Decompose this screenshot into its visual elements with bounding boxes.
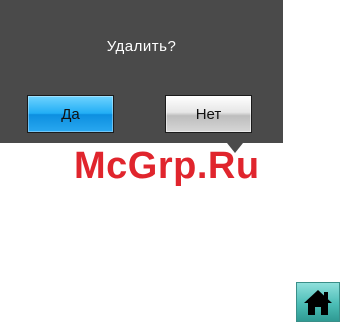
confirm-dialog: Удалить? Да Нет [0, 0, 283, 143]
home-icon [303, 288, 333, 316]
watermark: McGrp.Ru [74, 145, 260, 187]
dialog-title: Удалить? [106, 38, 177, 55]
yes-button[interactable]: Да [27, 95, 114, 133]
home-button[interactable] [296, 282, 340, 322]
no-button[interactable]: Нет [165, 95, 252, 133]
